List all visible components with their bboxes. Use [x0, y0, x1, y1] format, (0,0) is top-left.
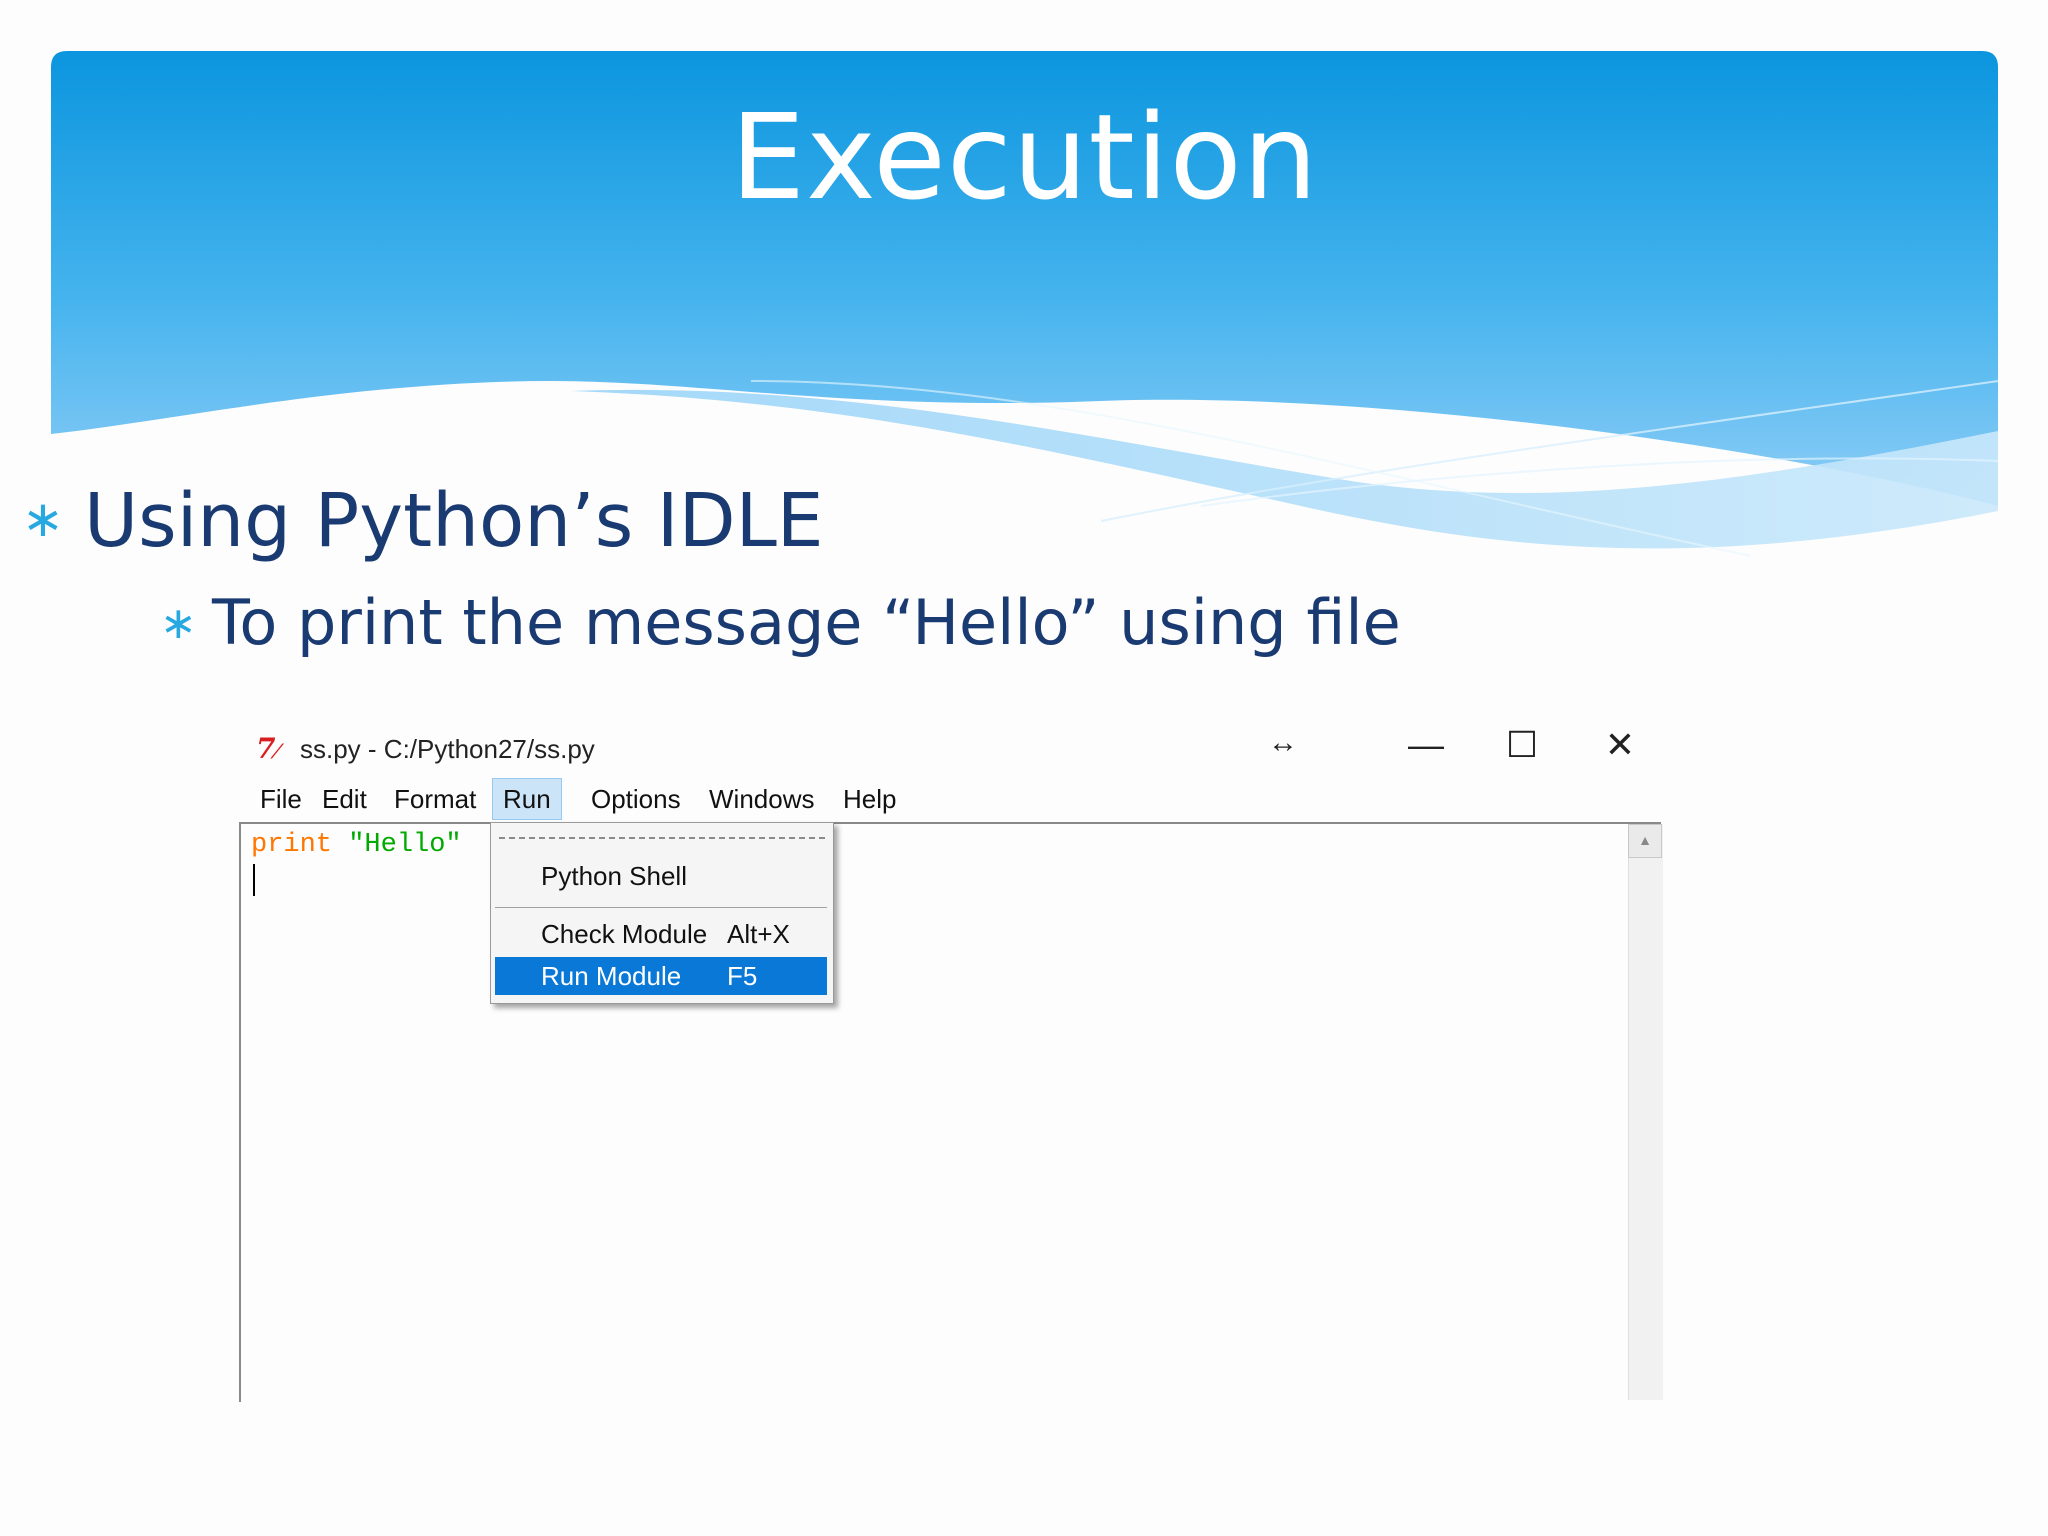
menu-tearoff[interactable] [499, 837, 825, 839]
menu-item-label: Python Shell [541, 861, 687, 891]
slide-title: Execution [730, 88, 1319, 226]
maximize-button[interactable]: ☐ [1494, 720, 1550, 770]
run-menu-dropdown: Python Shell Check Module Alt+X Run Modu… [490, 822, 834, 1004]
menu-item-label: Check Module [541, 919, 708, 949]
menu-run[interactable]: Run [492, 778, 562, 820]
scroll-up-arrow-icon[interactable]: ▲ [1628, 824, 1662, 858]
menu-format[interactable]: Format [384, 778, 486, 820]
menu-file[interactable]: File [250, 778, 312, 820]
code-string: "Hello" [348, 830, 462, 860]
menu-options[interactable]: Options [581, 778, 691, 820]
idle-editor-window: 7⁄ ss.py - C:/Python27/ss.py ↔ — ☐ ✕ Fil… [210, 700, 1670, 1402]
bullet-marker: ∗ [22, 490, 64, 548]
bullet-level-1: Using Python’s IDLE [84, 478, 824, 564]
menu-item-run-module[interactable]: Run Module F5 [495, 957, 827, 995]
menu-item-label: Run Module [541, 961, 682, 991]
menu-item-shortcut: F5 [727, 961, 758, 991]
menu-windows[interactable]: Windows [699, 778, 824, 820]
menu-help[interactable]: Help [833, 778, 906, 820]
menu-item-python-shell[interactable]: Python Shell [495, 857, 827, 895]
minimize-button[interactable]: — [1398, 720, 1454, 770]
close-button[interactable]: ✕ [1592, 720, 1648, 770]
resize-arrows-icon: ↔ [1268, 726, 1298, 759]
menu-separator [495, 907, 827, 908]
bullet-level-2: To print the message “Hello” using file [212, 586, 1401, 659]
menu-item-check-module[interactable]: Check Module Alt+X [495, 915, 827, 953]
code-editor[interactable]: print "Hello" [239, 822, 1661, 1402]
code-line: print "Hello" [251, 830, 462, 860]
vertical-scrollbar[interactable] [1628, 824, 1663, 1400]
window-titlebar[interactable]: 7⁄ ss.py - C:/Python27/ss.py ↔ — ☐ ✕ [210, 700, 1670, 780]
menu-item-shortcut: Alt+X [727, 919, 790, 949]
window-title: ss.py - C:/Python27/ss.py [300, 734, 595, 764]
bullet-marker-sub: ∗ [160, 598, 197, 649]
slide: Execution ∗ Using Python’s IDLE ∗ To pri… [0, 0, 2048, 1536]
code-keyword: print [251, 830, 333, 860]
text-cursor [253, 864, 255, 896]
menu-edit[interactable]: Edit [312, 778, 377, 820]
tk-feather-icon: 7⁄ [256, 732, 279, 765]
